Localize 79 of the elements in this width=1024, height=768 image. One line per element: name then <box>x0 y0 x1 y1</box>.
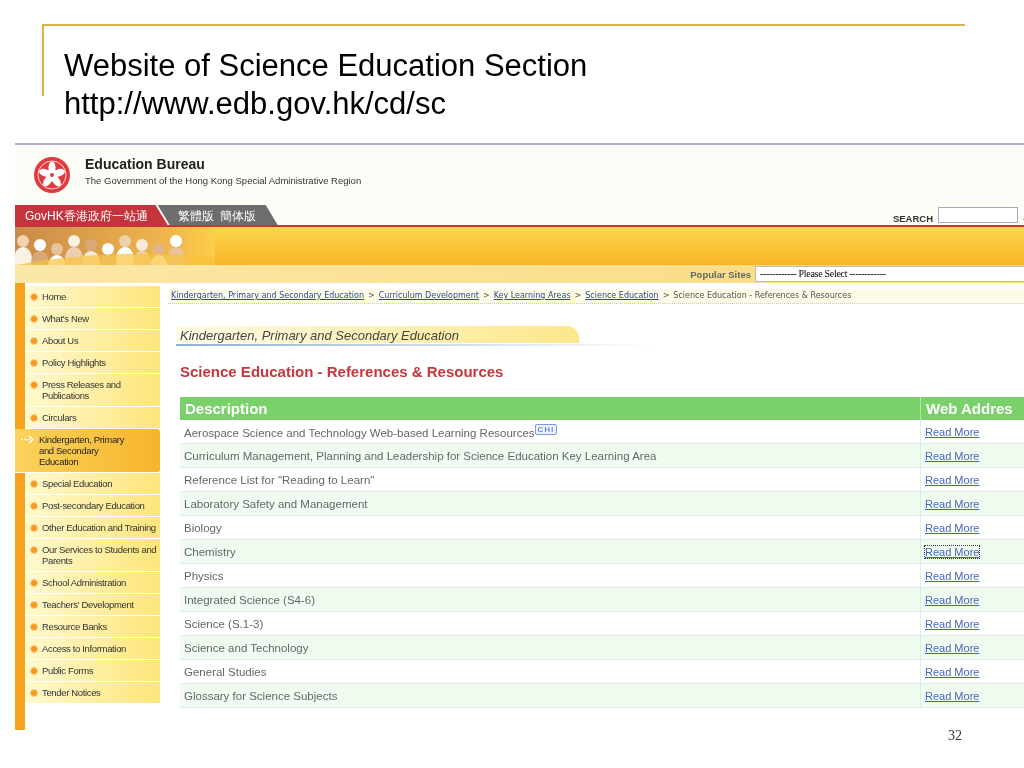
language-link[interactable]: 簡体版 <box>219 208 256 225</box>
resource-title: Curriculum Management, Planning and Leadership for Science Education Key Learning Area <box>184 449 657 462</box>
resource-title: General Studies <box>184 665 267 678</box>
bullet-icon <box>30 600 38 609</box>
slide-title: Website of Science Education Section <box>64 47 588 85</box>
govhk-link[interactable]: GovHK香港政府一站通 <box>15 205 168 225</box>
breadcrumb-link[interactable]: Key Learning Areas <box>493 291 571 300</box>
sidebar-item[interactable]: Kindergarten, Primary and Secondary Education <box>15 429 160 473</box>
bullet-icon <box>30 336 38 345</box>
resource-title: Physics <box>184 569 224 582</box>
bullet-icon <box>30 358 38 367</box>
bullet-icon <box>30 413 38 422</box>
sidebar-item[interactable]: Access to Information <box>25 638 160 660</box>
resource-title: Laboratory Safety and Management <box>184 497 368 510</box>
column-header: Description <box>180 397 921 420</box>
bullet-icon <box>30 578 38 587</box>
resource-title: Integrated Science (S4-6) <box>184 593 316 606</box>
resource-title: Glossary for Science Subjects <box>184 689 338 702</box>
breadcrumb-current: Science Education - References & Resources <box>673 291 852 300</box>
search-field[interactable] <box>938 207 1018 223</box>
page-title: Science Education - References & Resources <box>180 363 505 380</box>
read-more-link[interactable]: Read More <box>925 425 980 438</box>
organization-subtitle: The Government of the Hong Kong Special Administrative Region <box>85 175 362 186</box>
breadcrumb-separator: > <box>367 291 375 300</box>
breadcrumb-link[interactable]: Curriculum Development <box>378 291 479 300</box>
breadcrumb-separator: > <box>662 291 670 300</box>
read-more-link[interactable]: Read More <box>925 569 980 582</box>
bullet-icon <box>30 644 38 653</box>
sidebar-item[interactable]: About Us <box>25 330 160 352</box>
sidebar-item[interactable]: Public Forms <box>25 660 160 682</box>
read-more-link[interactable]: Read More <box>925 665 980 678</box>
resource-title: Reference List for "Reading to Learn" <box>184 473 375 486</box>
resource-title: Chemistry <box>184 545 236 558</box>
bullet-icon <box>30 314 38 323</box>
organization-name: Education Bureau <box>85 156 206 172</box>
popular-sites-label: Popular Sites <box>690 268 751 280</box>
sidebar-item[interactable]: Post-secondary Education <box>25 495 160 517</box>
popular-sites-dropdown[interactable]: ------------ Please Select ------------ <box>755 266 1024 282</box>
sidebar-item[interactable]: Our Services to Students and Parents <box>25 539 160 572</box>
bullet-icon <box>30 501 38 510</box>
resource-title: Science (S.1-3) <box>184 617 264 630</box>
breadcrumb-separator: > <box>482 291 490 300</box>
sidebar-item[interactable]: Policy Highlights <box>25 352 160 374</box>
bullet-icon <box>30 292 38 301</box>
resource-title: Aerospace Science and Technology Web-based Learning Resources <box>184 426 535 439</box>
section-heading: Kindergarten, Primary and Secondary Education <box>176 326 579 343</box>
sidebar-item[interactable]: Teachers' Development <box>25 594 160 616</box>
arrow-icon <box>21 435 35 444</box>
breadcrumb-link[interactable]: Science Education <box>585 291 659 300</box>
sidebar-item[interactable]: Special Education <box>25 473 160 495</box>
sidebar-item[interactable]: What's New <box>25 308 160 330</box>
breadcrumb-separator: > <box>574 291 582 300</box>
resource-title: Biology <box>184 521 222 534</box>
sidebar-item[interactable]: Resource Banks <box>25 616 160 638</box>
sidebar-item[interactable]: Circulars <box>25 407 160 429</box>
read-more-link[interactable]: Read More <box>925 617 980 630</box>
sidebar-item[interactable]: School Administration <box>25 572 160 594</box>
sidebar-item[interactable]: Home <box>25 286 160 308</box>
language-badge[interactable]: CHI <box>534 424 558 436</box>
language-link[interactable]: 繁體版 <box>177 208 214 225</box>
read-more-link[interactable]: Read More <box>925 473 980 486</box>
bullet-icon <box>30 688 38 697</box>
search-label: SEARCH <box>892 212 933 224</box>
bullet-icon <box>30 523 38 532</box>
page-number: 32 <box>948 728 962 744</box>
bullet-icon <box>30 545 38 554</box>
bullet-icon <box>30 479 38 488</box>
bullet-icon <box>30 380 38 389</box>
resource-title: Science and Technology <box>184 641 309 654</box>
slide-subtitle: http://www.edb.gov.hk/cd/sc <box>64 85 446 123</box>
breadcrumb-link[interactable]: Kindergarten, Primary and Secondary Education <box>171 291 364 300</box>
sidebar-item[interactable]: Press Releases and Publications <box>25 374 160 407</box>
sidebar-item[interactable]: Other Education and Training <box>25 517 160 539</box>
column-header: Web Addres <box>920 397 1024 420</box>
bullet-icon <box>30 666 38 675</box>
bullet-icon <box>30 622 38 631</box>
emblem-logo <box>33 156 71 194</box>
read-more-link[interactable]: Read More <box>925 521 980 534</box>
sidebar-item[interactable]: Tender Notices <box>25 682 160 704</box>
